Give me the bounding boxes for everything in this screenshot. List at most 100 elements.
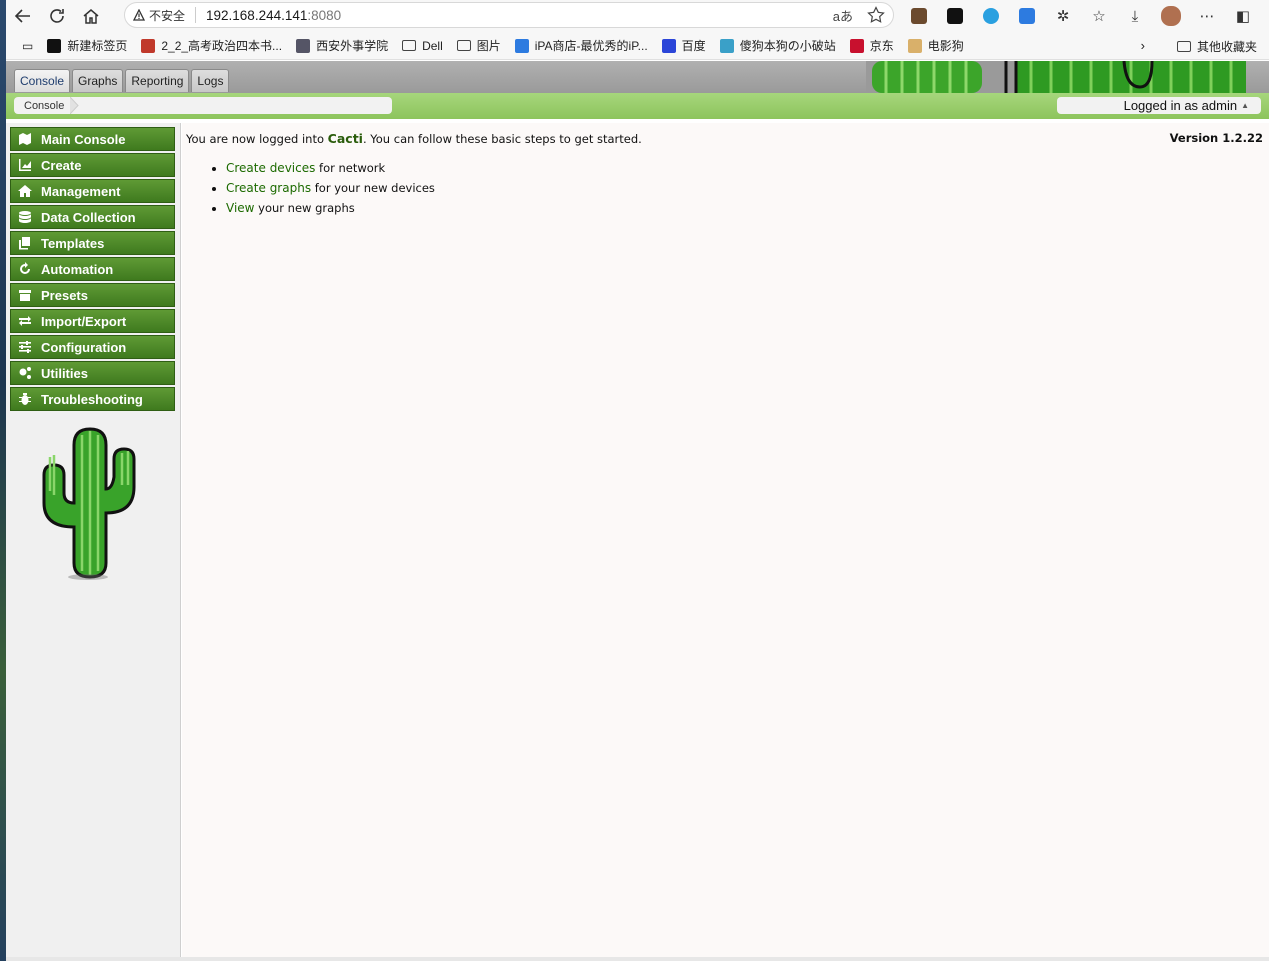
tab-graphs[interactable]: Graphs: [72, 69, 124, 92]
tab-console[interactable]: Console: [14, 69, 71, 92]
menu-item-management[interactable]: Management: [10, 179, 175, 203]
extension-lock-icon[interactable]: [1014, 3, 1040, 29]
breadcrumb: Console: [14, 97, 392, 114]
extension-mask-icon[interactable]: [942, 3, 968, 29]
step-link[interactable]: Create graphs: [226, 181, 311, 195]
welcome-brand: Cacti: [327, 131, 363, 146]
main-tabs: Console Graphs Reporting Logs: [14, 69, 230, 92]
console-sidebar: Main Console Create Management Data Collect…: [6, 123, 181, 961]
bookmark-label: iPA商店-最优秀的iP...: [534, 39, 648, 53]
menu-item-import-export[interactable]: Import/Export: [10, 309, 175, 333]
menu-item-label: Import/Export: [41, 313, 127, 329]
cacti-page: Console Graphs Reporting Logs Console Logge…: [6, 61, 1269, 961]
bookmark-favicon-icon: [296, 38, 311, 53]
bookmark-item[interactable]: Dell: [402, 37, 443, 54]
breadcrumb-item-console[interactable]: Console: [24, 100, 64, 112]
back-button[interactable]: [6, 2, 40, 30]
bookmarks-bar: ▭ 新建标签页 2_2_高考政治四本书... 西安外事学院 Dell 图片 iPA商店-最…: [6, 32, 1269, 60]
step-link[interactable]: Create devices: [226, 161, 315, 175]
bookmark-favicon-icon: [514, 38, 529, 53]
profile-avatar[interactable]: [1158, 3, 1184, 29]
sliders-icon: [17, 340, 33, 354]
menu-item-templates[interactable]: Templates: [10, 231, 175, 255]
url-host: 192.168.244.141: [206, 7, 308, 23]
bookmark-item[interactable]: 百度: [661, 37, 706, 54]
other-bookmarks[interactable]: 其他收藏夹: [1176, 38, 1257, 55]
sidebar-toggle-icon[interactable]: ◧: [1230, 3, 1256, 29]
home-icon: [17, 184, 33, 198]
bug-icon: [17, 392, 33, 406]
bookmark-label: 电影狗: [927, 39, 964, 53]
breadcrumb-arrow-icon: [70, 97, 80, 114]
bookmark-favicon-icon: [849, 38, 864, 53]
bookmark-item[interactable]: 新建标签页: [47, 37, 127, 54]
address-bar-row: 不安全 192.168.244.141:8080 aあ ✲ ☆ ⤓ ⋯ ◧: [6, 0, 1269, 32]
step-link[interactable]: View: [226, 201, 254, 215]
caret-up-icon: ▲: [1241, 101, 1249, 110]
menu-item-automation[interactable]: Automation: [10, 257, 175, 281]
home-button[interactable]: [74, 2, 108, 30]
welcome-prefix: You are now logged into: [186, 132, 328, 146]
favorites-list-icon[interactable]: ☆: [1086, 3, 1112, 29]
warning-icon: [133, 9, 145, 21]
folder-icon: [1176, 41, 1191, 52]
console-menu: Main Console Create Management Data Collect…: [10, 127, 175, 413]
more-menu-icon[interactable]: ⋯: [1194, 3, 1220, 29]
menu-item-presets[interactable]: Presets: [10, 283, 175, 307]
user-menu[interactable]: Logged in as admin ▲: [1057, 97, 1261, 114]
extension-bird-icon[interactable]: [978, 3, 1004, 29]
menu-item-configuration[interactable]: Configuration: [10, 335, 175, 359]
url-field[interactable]: 不安全 192.168.244.141:8080 aあ: [124, 2, 894, 28]
menu-item-utilities[interactable]: Utilities: [10, 361, 175, 385]
menu-item-data-collection[interactable]: Data Collection: [10, 205, 175, 229]
downloads-icon[interactable]: ⤓: [1122, 3, 1148, 29]
bookmark-label: 图片: [476, 39, 501, 53]
menu-item-label: Presets: [41, 287, 88, 303]
cactus-banner-graphic: [866, 61, 1246, 93]
bookmarks-overflow-icon[interactable]: ›: [1141, 38, 1145, 53]
tab-reporting[interactable]: Reporting: [125, 69, 190, 92]
bookmark-label: 新建标签页: [67, 39, 128, 53]
step-item: Create devices for network: [226, 161, 435, 175]
map-icon: [17, 132, 33, 146]
welcome-message: You are now logged into Cacti. You can f…: [186, 131, 642, 146]
bookmark-item[interactable]: 2_2_高考政治四本书...: [141, 37, 282, 54]
bookmark-list: 新建标签页 2_2_高考政治四本书... 西安外事学院 Dell 图片 iPA商店-最优秀…: [33, 37, 964, 54]
menu-item-label: Templates: [41, 235, 105, 251]
cogs-icon: [17, 366, 33, 380]
menu-item-main-console[interactable]: Main Console: [10, 127, 175, 151]
refresh-icon: [50, 9, 64, 23]
main-content: You are now logged into Cacti. You can f…: [182, 123, 1269, 961]
tab-logs[interactable]: Logs: [191, 69, 230, 92]
bookmark-item[interactable]: 电影狗: [907, 37, 964, 54]
exchange-icon: [17, 314, 33, 328]
cacti-top-tabbar: Console Graphs Reporting Logs: [6, 61, 1269, 93]
url-port: :8080: [307, 7, 342, 23]
refresh-icon: [17, 262, 33, 276]
bookmark-item[interactable]: 京东: [849, 37, 894, 54]
folder-icon: [402, 40, 417, 51]
menu-item-create[interactable]: Create: [10, 153, 175, 177]
tab-actions-icon[interactable]: ▭: [22, 39, 33, 53]
home-icon: [83, 9, 99, 24]
copy-icon: [17, 236, 33, 250]
bookmark-item[interactable]: 西安外事学院: [296, 37, 388, 54]
bookmark-item[interactable]: iPA商店-最优秀的iP...: [514, 37, 648, 54]
chart-icon: [17, 158, 33, 172]
read-aloud-icon[interactable]: aあ: [833, 6, 853, 25]
favorite-star-icon[interactable]: [867, 6, 885, 24]
menu-item-troubleshooting[interactable]: Troubleshooting: [10, 387, 175, 411]
bookmark-item[interactable]: 图片: [456, 37, 501, 54]
browser-window: 不安全 192.168.244.141:8080 aあ ✲ ☆ ⤓ ⋯ ◧ ▭ …: [6, 0, 1269, 961]
back-arrow-icon: [14, 9, 30, 23]
welcome-suffix: . You can follow these basic steps to ge…: [362, 132, 642, 146]
extensions-puzzle-icon[interactable]: ✲: [1050, 3, 1076, 29]
refresh-button[interactable]: [40, 2, 74, 30]
security-indicator[interactable]: 不安全: [125, 7, 197, 23]
folder-icon: [456, 40, 471, 51]
extension-avatar-icon[interactable]: [906, 3, 932, 29]
bookmark-item[interactable]: 傻狗本狗の小破站: [719, 37, 836, 54]
bookmark-label: Dell: [422, 38, 443, 53]
bookmark-favicon-icon: [907, 38, 922, 53]
menu-item-label: Utilities: [41, 365, 88, 381]
